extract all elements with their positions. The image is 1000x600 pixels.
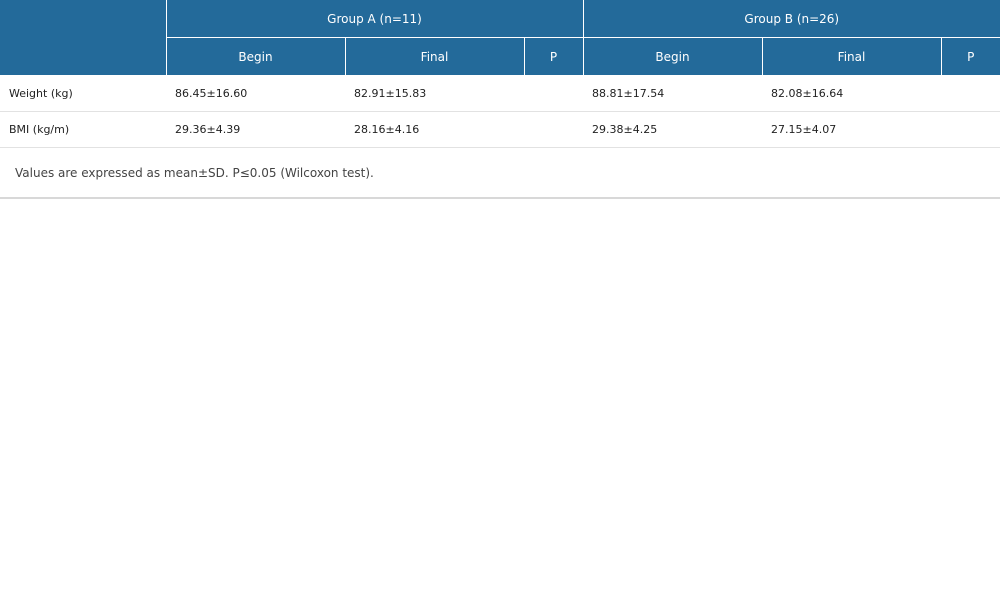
table-cell: 27.15±4.07 — [762, 111, 941, 148]
results-table: Group A (n=11) Group B (n=26) Begin Fina… — [0, 0, 1000, 199]
group-b-header: Group B (n=26) — [582, 0, 1000, 38]
group-a-p-header: P — [523, 37, 584, 76]
group-b-p-header: P — [940, 37, 1000, 76]
table-cell — [524, 111, 583, 148]
corner-header-cell — [0, 0, 167, 76]
table-cell: 82.08±16.64 — [762, 75, 941, 112]
table-cell: 82.91±15.83 — [345, 75, 524, 112]
data-table-container: Group A (n=11) Group B (n=26) Begin Fina… — [0, 0, 1000, 199]
group-a-begin-header: Begin — [165, 37, 346, 76]
table-header: Group A (n=11) Group B (n=26) Begin Fina… — [0, 0, 1000, 76]
group-a-header: Group A (n=11) — [165, 0, 584, 38]
group-header-row: Group A (n=11) Group B (n=26) — [0, 0, 1000, 76]
table-row: BMI (kg/m) 29.36±4.39 28.16±4.16 29.38±4… — [0, 111, 1000, 148]
table-cell: 86.45±16.60 — [166, 75, 345, 112]
table-cell: 88.81±17.54 — [583, 75, 762, 112]
row-label-bmi: BMI (kg/m) — [0, 111, 166, 148]
table-cell: 29.36±4.39 — [166, 111, 345, 148]
table-footnote-row: Values are expressed as mean±SD. P≤0.05 … — [0, 147, 1000, 199]
table-cell — [941, 75, 1000, 112]
table-cell: 28.16±4.16 — [345, 111, 524, 148]
table-cell: 29.38±4.25 — [583, 111, 762, 148]
table-row: Weight (kg) 86.45±16.60 82.91±15.83 88.8… — [0, 75, 1000, 112]
table-footnote: Values are expressed as mean±SD. P≤0.05 … — [0, 147, 1000, 199]
group-b-final-header: Final — [761, 37, 942, 76]
table-cell — [941, 111, 1000, 148]
row-label-weight: Weight (kg) — [0, 75, 166, 112]
table-body: Weight (kg) 86.45±16.60 82.91±15.83 88.8… — [0, 75, 1000, 199]
group-a-final-header: Final — [344, 37, 525, 76]
group-b-begin-header: Begin — [582, 37, 763, 76]
table-cell — [524, 75, 583, 112]
